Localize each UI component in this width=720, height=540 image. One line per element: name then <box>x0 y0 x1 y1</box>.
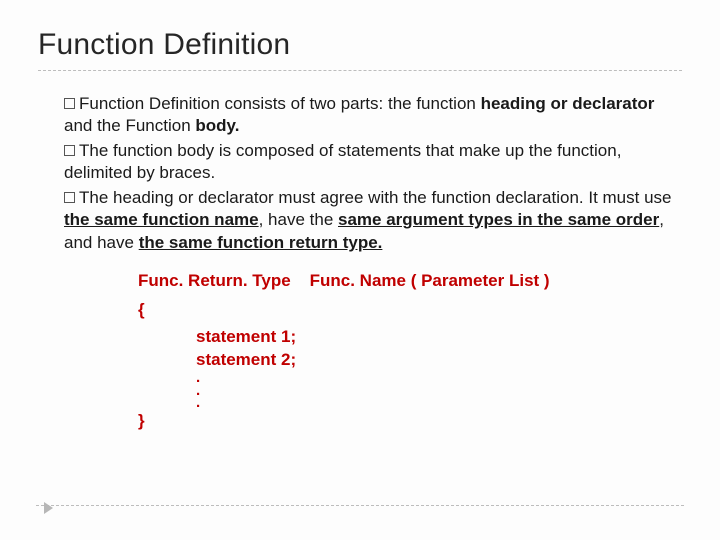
slide-title: Function Definition <box>38 28 682 62</box>
bullet-2: The function body is composed of stateme… <box>64 140 674 185</box>
code-close-brace: } <box>138 410 674 433</box>
code-return-type: Func. Return. Type <box>138 271 291 290</box>
bullet-2-text: The function body is composed of stateme… <box>64 141 621 182</box>
code-dot: . <box>196 397 674 410</box>
bullet-3-u1: the same function name <box>64 210 259 229</box>
slide-arrow-icon <box>44 502 53 514</box>
code-signature-line: Func. Return. Type Func. Name ( Paramete… <box>138 270 674 293</box>
bullet-3-lead: The heading or declarator must agree wit… <box>79 188 672 207</box>
bullet-1: Function Definition consists of two part… <box>64 93 674 138</box>
bullet-3-u2: same argument types in the same order <box>338 210 659 229</box>
bullet-box-icon <box>64 192 75 203</box>
footer-divider <box>36 505 684 506</box>
bullet-1-mid1: and the Function <box>64 116 195 135</box>
code-func-name: Func. Name ( Parameter List ) <box>310 271 550 290</box>
bullet-1-lead: Function Definition consists of two part… <box>79 94 481 113</box>
bullet-3-u3: the same function return type. <box>139 233 383 252</box>
code-statement-1: statement 1; <box>196 326 674 349</box>
bullet-3: The heading or declarator must agree wit… <box>64 187 674 254</box>
bullet-3-mid1: , have the <box>259 210 338 229</box>
bullet-box-icon <box>64 145 75 156</box>
code-statement-2: statement 2; <box>196 349 674 372</box>
code-open-brace: { <box>138 299 674 322</box>
code-dot: . <box>196 372 674 385</box>
code-dot: . <box>196 385 674 398</box>
bullet-1-bold1: heading or declarator <box>481 94 655 113</box>
bullet-1-bold2: body. <box>195 116 239 135</box>
code-block: Func. Return. Type Func. Name ( Paramete… <box>138 270 674 433</box>
bullet-list: Function Definition consists of two part… <box>38 93 682 433</box>
bullet-box-icon <box>64 98 75 109</box>
title-divider <box>38 70 682 71</box>
